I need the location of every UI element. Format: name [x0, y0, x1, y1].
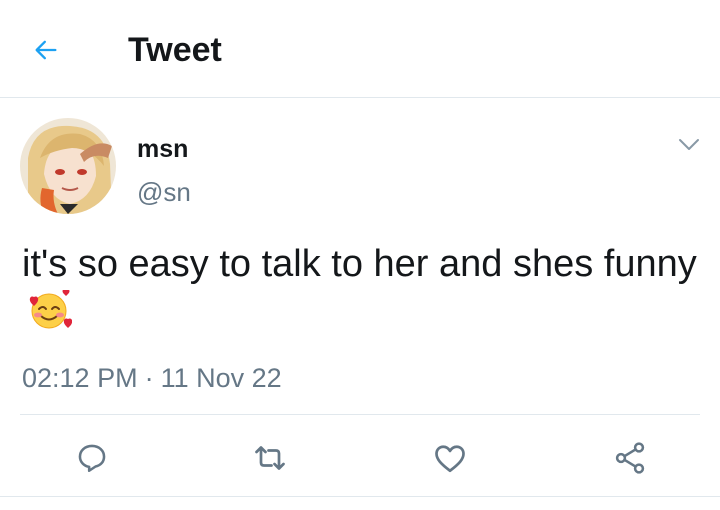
- avatar-image: [20, 118, 116, 214]
- tweet-date: 11 Nov 22: [160, 363, 282, 393]
- user-handle[interactable]: @sn: [137, 177, 191, 207]
- action-bar: [0, 430, 720, 486]
- like-icon: [435, 445, 465, 473]
- meta-separator: ·: [144, 363, 154, 393]
- reply-icon: [78, 444, 106, 473]
- avatar[interactable]: [20, 118, 116, 214]
- share-button[interactable]: [610, 438, 650, 478]
- display-name[interactable]: msn: [137, 134, 188, 164]
- reply-button[interactable]: [72, 438, 112, 478]
- more-options-button[interactable]: [676, 134, 702, 156]
- chevron-down-icon: [679, 139, 699, 150]
- tweet-body: it's so easy to talk to her and shes fun…: [22, 240, 702, 336]
- top-app-bar: Tweet: [0, 0, 720, 98]
- divider: [20, 414, 700, 415]
- smiling-face-with-hearts-icon: [26, 289, 73, 330]
- bottom-divider: [0, 496, 720, 497]
- share-icon: [615, 442, 645, 474]
- tweet-text: it's so easy to talk to her and shes fun…: [22, 243, 697, 285]
- retweet-button[interactable]: [250, 438, 290, 478]
- page-title: Tweet: [128, 31, 222, 69]
- back-button[interactable]: [30, 34, 62, 66]
- tweet-timestamp: 02:12 PM · 11 Nov 22: [22, 362, 282, 394]
- arrow-left-icon: [35, 40, 57, 60]
- like-button[interactable]: [430, 438, 470, 478]
- retweet-icon: [255, 446, 285, 470]
- tweet-time: 02:12 PM: [22, 363, 138, 393]
